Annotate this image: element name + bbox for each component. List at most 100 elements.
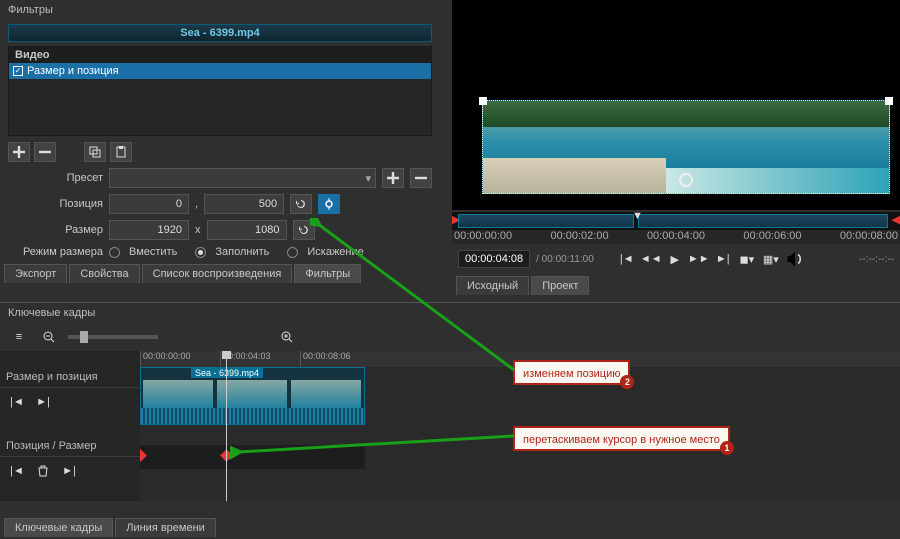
beach-region: [483, 158, 666, 193]
kf-prev-button-2[interactable]: |◄: [6, 461, 28, 481]
applied-filters-list: Видео ✓ Размер и позиция: [8, 46, 432, 136]
size-mode-label: Режим размера: [8, 246, 103, 258]
size-w-input[interactable]: [109, 220, 189, 240]
skip-end-button[interactable]: ►|: [714, 250, 732, 268]
transform-frame[interactable]: [482, 100, 890, 194]
annotation-change-position: изменяем позицию 2: [513, 360, 630, 385]
lower-left-tabs: Экспорт Свойства Список воспроизведения …: [0, 264, 440, 283]
add-filter-button[interactable]: [8, 142, 30, 162]
mode-fill-label: Заполнить: [215, 246, 269, 258]
kf-prev-button[interactable]: |◄: [6, 392, 28, 412]
preset-add-button[interactable]: [382, 168, 404, 188]
panel-title: Фильтры: [0, 0, 440, 20]
check-icon: ✓: [13, 66, 23, 76]
position-y-input[interactable]: [204, 194, 284, 214]
clip-label: Sea - 6399.mp4: [191, 368, 263, 378]
keyframe-property-lane[interactable]: [140, 445, 365, 469]
position-reset-button[interactable]: [290, 194, 312, 214]
annotation-drag-cursor: перетаскиваем курсор в нужное место 1: [513, 426, 730, 451]
zoom-in-button[interactable]: [276, 327, 298, 347]
keyframes-toolbar: ≡: [0, 323, 900, 351]
size-h-input[interactable]: [207, 220, 287, 240]
kf-delete-button[interactable]: [32, 461, 54, 481]
remove-filter-button[interactable]: [34, 142, 56, 162]
tab-properties[interactable]: Свойства: [69, 264, 139, 283]
filters-panel: Фильтры Sea - 6399.mp4 Видео ✓ Размер и …: [0, 0, 440, 283]
track-header-size-position[interactable]: Размер и позиция: [0, 367, 140, 388]
kf-next-button[interactable]: ►|: [32, 392, 54, 412]
play-button[interactable]: ▶: [666, 250, 684, 268]
tab-filters[interactable]: Фильтры: [294, 264, 361, 283]
wh-separator: x: [195, 224, 201, 236]
ruler-tick: 00:00:08:00: [840, 230, 898, 244]
annotation-badge: 1: [720, 441, 734, 455]
volume-button[interactable]: [786, 250, 804, 268]
clip-thumb: [217, 380, 287, 410]
position-keyframe-button[interactable]: [318, 194, 340, 214]
preview-tabs: Исходный Проект: [452, 274, 900, 295]
mode-fill-radio[interactable]: [195, 247, 206, 258]
timeline-playhead[interactable]: [226, 351, 227, 501]
transport-bar: 00:00:04:08 / 00:00:11:00 |◄ ◄◄ ▶ ►► ►| …: [452, 244, 900, 274]
preset-combo[interactable]: ▾: [109, 168, 376, 188]
size-reset-button[interactable]: [293, 220, 315, 240]
keyframes-body: Размер и позиция |◄ ►| Позиция / Размер …: [0, 351, 900, 501]
current-timecode[interactable]: 00:00:04:08: [458, 250, 530, 268]
tab-export[interactable]: Экспорт: [4, 264, 67, 283]
track-segment-b: [638, 214, 888, 228]
frame-handle-tl[interactable]: [479, 97, 487, 105]
preview-scrub-track[interactable]: ▶ ▼ ◀: [452, 212, 900, 230]
filter-toolbar: [8, 142, 432, 162]
preset-label: Пресет: [8, 172, 103, 184]
mode-distort-radio[interactable]: [287, 247, 298, 258]
zoom-out-button[interactable]: [38, 327, 60, 347]
audio-waveform: [141, 408, 364, 424]
filter-properties: Пресет ▾ Позиция , Размер x Режим размер…: [8, 168, 432, 258]
kf-ruler-tick: 00:00:00:00: [140, 351, 220, 367]
size-label: Размер: [8, 224, 103, 236]
selected-clip-bar[interactable]: Sea - 6399.mp4: [8, 24, 432, 42]
kf-next-button-2[interactable]: ►|: [58, 461, 80, 481]
tab-project[interactable]: Проект: [531, 276, 589, 295]
ruler-tick: 00:00:06:00: [743, 230, 801, 244]
filter-group-header: Видео: [9, 47, 431, 63]
track-segment-a: [458, 214, 634, 228]
kf-ruler-tick: 00:00:08:06: [300, 351, 380, 367]
fast-forward-button[interactable]: ►►: [690, 250, 708, 268]
slider-knob[interactable]: [80, 331, 88, 343]
tab-playlist[interactable]: Список воспроизведения: [142, 264, 293, 283]
tab-source[interactable]: Исходный: [456, 276, 529, 295]
annotation-text: изменяем позицию: [523, 368, 620, 380]
kf-ruler-tick: 00:00:04:03: [220, 351, 300, 367]
track-header-position-size[interactable]: Позиция / Размер: [0, 436, 140, 457]
annotation-text: перетаскиваем курсор в нужное место: [523, 434, 720, 446]
clip-thumb: [291, 380, 361, 410]
mode-fit-radio[interactable]: [109, 247, 120, 258]
sea-region: [666, 168, 889, 193]
rewind-button[interactable]: ◄◄: [642, 250, 660, 268]
preset-remove-button[interactable]: [410, 168, 432, 188]
zoom-menu-button[interactable]: ◼▾: [738, 250, 756, 268]
filter-item-size-position[interactable]: ✓ Размер и позиция: [9, 63, 431, 79]
playhead-marker-icon[interactable]: ▼: [632, 210, 643, 222]
mode-distort-label: Искажение: [307, 246, 363, 258]
skip-start-button[interactable]: |◄: [618, 250, 636, 268]
vegetation-region: [483, 101, 889, 127]
tab-keyframes[interactable]: Ключевые кадры: [4, 518, 113, 537]
keyframes-title: Ключевые кадры: [0, 302, 900, 323]
xy-separator: ,: [195, 198, 198, 210]
video-clip-block[interactable]: Sea - 6399.mp4: [140, 367, 365, 425]
ruler-tick: 00:00:00:00: [454, 230, 512, 244]
copy-filter-button[interactable]: [84, 142, 106, 162]
out-marker-icon[interactable]: ◀: [892, 213, 900, 226]
paste-filter-button[interactable]: [110, 142, 132, 162]
video-viewport[interactable]: [452, 0, 900, 210]
tab-timeline[interactable]: Линия времени: [115, 518, 216, 537]
zoom-slider[interactable]: [68, 335, 158, 339]
center-handle-icon[interactable]: [679, 173, 693, 187]
grid-menu-button[interactable]: ▦▾: [762, 250, 780, 268]
menu-icon[interactable]: ≡: [8, 327, 30, 347]
frame-handle-tr[interactable]: [885, 97, 893, 105]
position-x-input[interactable]: [109, 194, 189, 214]
remaining-timecode: --:--:--:--: [859, 254, 894, 265]
